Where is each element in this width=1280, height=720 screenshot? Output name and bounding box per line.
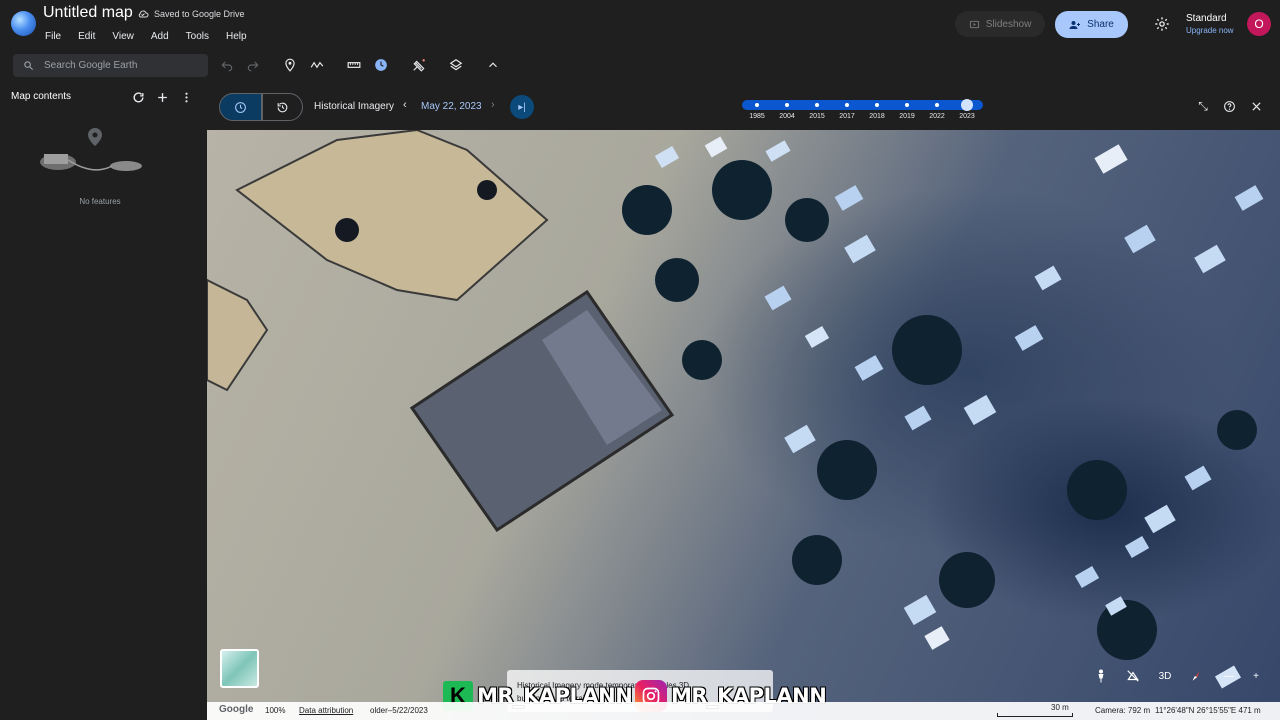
map-contents-panel: Map contents No features — [0, 84, 207, 720]
map-title[interactable]: Untitled map — [43, 4, 133, 22]
cloud-done-icon — [138, 10, 149, 18]
menu-help[interactable]: Help — [226, 31, 247, 42]
slideshow-icon — [969, 20, 979, 28]
help-icon[interactable] — [1222, 99, 1236, 113]
menu-file[interactable]: File — [45, 31, 61, 42]
scale-label: 30 m — [1051, 703, 1069, 712]
timeline-dot[interactable] — [815, 103, 819, 107]
timeline-year[interactable]: 2017 — [832, 113, 862, 120]
historical-mode-button[interactable] — [219, 93, 262, 121]
timeline-dot[interactable] — [875, 103, 879, 107]
google-brand: Google — [219, 704, 254, 715]
scale-bar — [997, 713, 1073, 717]
history-icon — [235, 101, 246, 113]
map-layer-thumbnail[interactable] — [220, 649, 259, 688]
account-avatar[interactable]: O — [1247, 12, 1271, 36]
jump-to-latest-button[interactable]: ▸| — [510, 95, 534, 119]
placemark-icon[interactable] — [282, 57, 298, 73]
timeline-slider[interactable] — [742, 99, 983, 111]
zoom-in-icon[interactable]: + — [1247, 667, 1265, 685]
data-attribution-link[interactable]: Data attribution — [299, 706, 353, 715]
timeline-dot[interactable] — [905, 103, 909, 107]
close-icon[interactable] — [1249, 99, 1263, 113]
restore-icon — [277, 102, 288, 112]
ruler-icon[interactable] — [346, 57, 362, 73]
timeline-year[interactable]: 2018 — [862, 113, 892, 120]
timeline-dot[interactable] — [755, 103, 759, 107]
next-date-button[interactable]: › — [491, 99, 495, 111]
menu-view[interactable]: View — [112, 31, 134, 42]
no-features-text: No features — [79, 197, 121, 206]
timeline-year[interactable]: 1985 — [742, 113, 772, 120]
share-label: Share — [1087, 19, 1114, 30]
timeline-year[interactable]: 2019 — [892, 113, 922, 120]
menu-tools[interactable]: Tools — [186, 31, 209, 42]
add-icon[interactable] — [155, 90, 169, 104]
imagery-date[interactable]: May 22, 2023 — [421, 101, 482, 112]
search-box — [13, 54, 208, 77]
coordinates: 11°26'48"N 26°15'55"E 471 m — [1155, 706, 1261, 715]
menu-edit[interactable]: Edit — [78, 31, 95, 42]
refresh-icon[interactable] — [131, 90, 145, 104]
timeline-year[interactable]: 2004 — [772, 113, 802, 120]
historical-imagery-icon[interactable] — [373, 57, 389, 73]
saved-status: Saved to Google Drive — [137, 8, 245, 20]
timeline-thumb[interactable] — [961, 99, 973, 111]
layers-icon[interactable] — [448, 57, 464, 73]
historical-imagery-bar: Historical Imagery ‹ May 22, 2023 › ▸| 1… — [207, 84, 1280, 130]
reset-history-button[interactable] — [262, 93, 303, 121]
upgrade-link[interactable]: Upgrade now — [1186, 26, 1234, 35]
pegman-icon[interactable] — [1092, 667, 1110, 685]
path-icon[interactable] — [309, 57, 325, 73]
undo-icon[interactable] — [219, 57, 235, 73]
timeline-dot[interactable] — [785, 103, 789, 107]
minimize-icon[interactable]: ⤡ — [1196, 99, 1210, 113]
satellite-icon[interactable] — [411, 57, 427, 73]
imagery-date-range: older–5/22/2023 — [370, 706, 428, 715]
compass-icon[interactable] — [1187, 667, 1205, 685]
timeline-dot[interactable] — [845, 103, 849, 107]
previous-date-button[interactable]: ‹ — [403, 99, 407, 111]
menu-bar: File Edit View Add Tools Help — [45, 31, 264, 42]
add-person-icon — [1069, 20, 1081, 29]
slideshow-button[interactable]: Slideshow — [955, 11, 1045, 37]
zoom-out-icon[interactable]: — — [1220, 667, 1238, 685]
settings-gear-icon[interactable] — [1154, 16, 1170, 32]
plan-name: Standard — [1186, 13, 1227, 24]
zoom-level: 100% — [265, 706, 286, 715]
saved-status-text: Saved to Google Drive — [154, 9, 245, 19]
historical-imagery-label: Historical Imagery — [314, 101, 395, 112]
timeline-dot[interactable] — [935, 103, 939, 107]
timeline-year[interactable]: 2023 — [952, 113, 982, 120]
google-earth-logo-icon[interactable] — [11, 11, 36, 36]
status-bar: Google 100% Data attribution older–5/22/… — [207, 702, 1280, 720]
menu-add[interactable]: Add — [151, 31, 169, 42]
app-header: Untitled map Saved to Google Drive File … — [0, 0, 1280, 52]
slideshow-label: Slideshow — [985, 18, 1032, 30]
more-vert-icon[interactable] — [179, 90, 193, 104]
map-contents-title: Map contents — [11, 91, 72, 102]
collapse-up-icon[interactable] — [485, 57, 501, 73]
satellite-map-view[interactable] — [207, 130, 1280, 720]
search-icon — [24, 61, 34, 71]
share-button[interactable]: Share — [1055, 11, 1128, 38]
search-input[interactable] — [44, 60, 194, 71]
tilt-off-icon[interactable] — [1124, 667, 1142, 685]
satellite-imagery — [207, 130, 1264, 689]
no-features-illustration-icon — [40, 128, 142, 171]
timeline-year[interactable]: 2022 — [922, 113, 952, 120]
timeline-year[interactable]: 2015 — [802, 113, 832, 120]
camera-altitude: Camera: 792 m — [1095, 706, 1151, 715]
redo-icon[interactable] — [245, 57, 261, 73]
3d-toggle[interactable]: 3D — [1156, 667, 1174, 685]
